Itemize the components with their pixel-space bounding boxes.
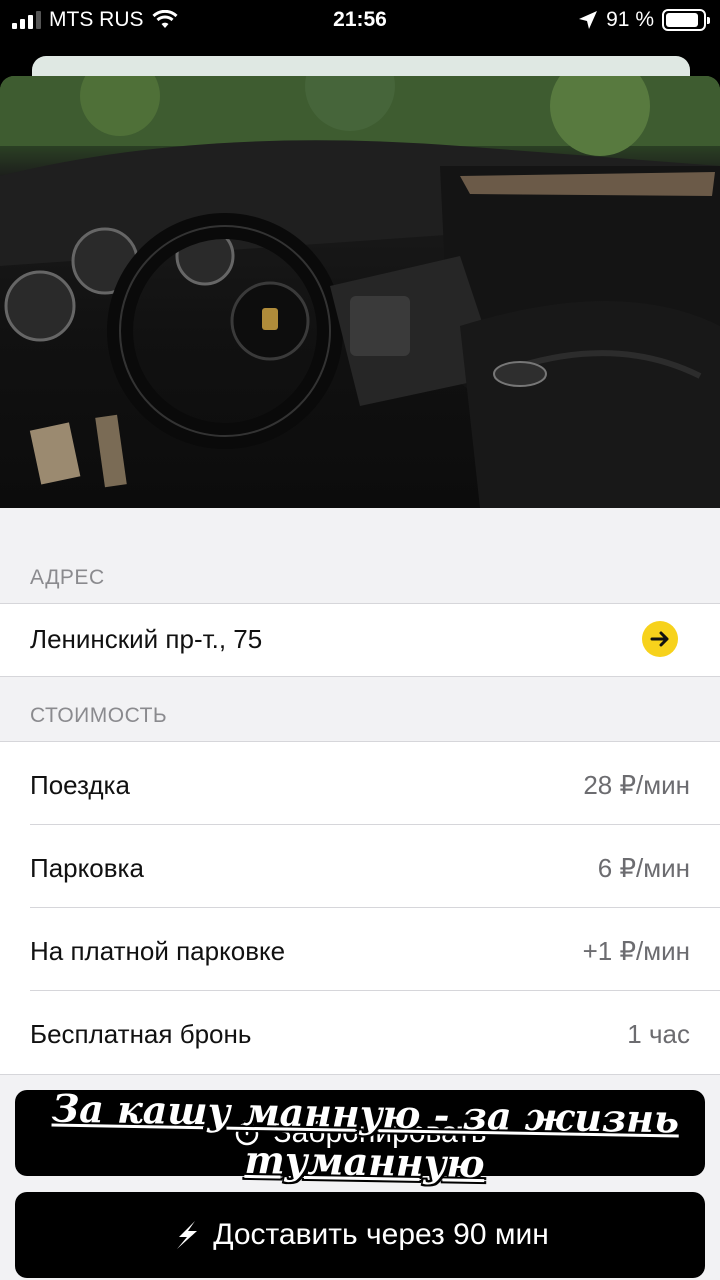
divider (30, 907, 720, 908)
status-bar: MTS RUS 21:56 91 % (0, 0, 720, 40)
deliver-button[interactable]: Доставить через 90 мин (15, 1192, 705, 1278)
car-photo-gallery[interactable] (0, 76, 720, 508)
overlay-caption: За кашу манную - за жизнь туманную (19, 1084, 711, 1192)
address-row[interactable]: Ленинский пр-т., 75 (0, 604, 720, 676)
cost-row-label: Поездка (30, 770, 130, 800)
divider (30, 824, 720, 825)
divider (30, 990, 720, 991)
overlay-caption-text: За кашу манную - за жизнь туманную (51, 1085, 680, 1187)
address-value: Ленинский пр-т., 75 (30, 624, 263, 654)
car-interior-photo (0, 76, 720, 508)
deliver-button-label: Доставить через 90 мин (213, 1218, 549, 1251)
divider (0, 1074, 720, 1075)
status-right: 91 % (578, 8, 710, 32)
cost-header: СТОИМОСТЬ (30, 704, 168, 727)
cost-row-label: Бесплатная бронь (30, 1019, 252, 1049)
arrow-right-icon[interactable] (642, 621, 678, 657)
cost-row-value: 1 час (627, 1019, 690, 1049)
cost-row-value: 28 ₽/мин (583, 770, 690, 800)
cost-row-label: Парковка (30, 853, 144, 883)
location-arrow-icon (579, 11, 598, 29)
cost-row-value: 6 ₽/мин (597, 853, 690, 883)
battery-icon (662, 9, 710, 31)
address-header: АДРЕС (30, 566, 105, 589)
cost-list: Поездка 28 ₽/мин Парковка 6 ₽/мин На пла… (0, 742, 720, 1074)
cost-row-label: На платной парковке (30, 936, 286, 966)
cost-row-value: +1 ₽/мин (582, 936, 690, 966)
lightning-icon (177, 1221, 198, 1249)
divider (0, 676, 720, 677)
battery-percent: 91 % (606, 8, 654, 31)
